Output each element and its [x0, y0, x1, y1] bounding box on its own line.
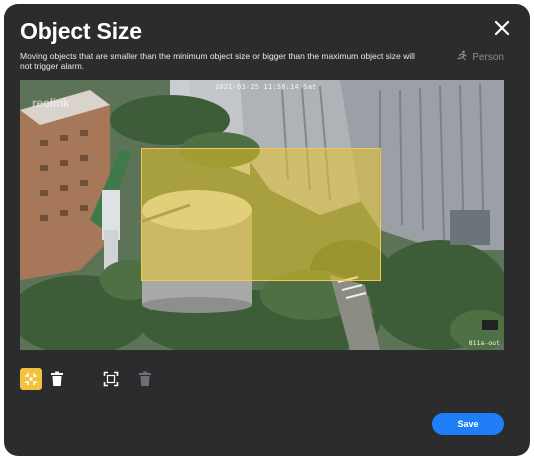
min-size-tool[interactable] [20, 368, 42, 390]
max-size-tool[interactable] [100, 368, 122, 390]
max-size-icon [103, 371, 119, 387]
save-button[interactable]: Save [432, 413, 504, 435]
size-toolbar [20, 368, 156, 390]
delete-min-tool[interactable] [46, 368, 68, 390]
delete-max-tool[interactable] [134, 368, 156, 390]
object-type-label: Person [472, 52, 504, 63]
trash-icon [139, 371, 151, 386]
running-person-icon [456, 50, 468, 65]
brand-watermark: reolink [32, 96, 70, 110]
dialog-title: Object Size [20, 18, 142, 44]
object-size-dialog: Object Size Moving objects that are smal… [4, 4, 530, 456]
dialog-description: Moving objects that are smaller than the… [20, 51, 415, 71]
trash-icon [51, 371, 63, 386]
min-size-icon [25, 373, 37, 385]
camera-preview: 2021-03-25 11:50:14 Sat reolink 811a-out [20, 80, 504, 350]
close-icon[interactable] [492, 18, 512, 38]
object-type-selector[interactable]: Person [456, 50, 504, 65]
object-size-box[interactable] [141, 148, 381, 281]
camera-timestamp: 2021-03-25 11:50:14 Sat [215, 83, 317, 91]
camera-channel-name: 811a-out [468, 339, 500, 347]
